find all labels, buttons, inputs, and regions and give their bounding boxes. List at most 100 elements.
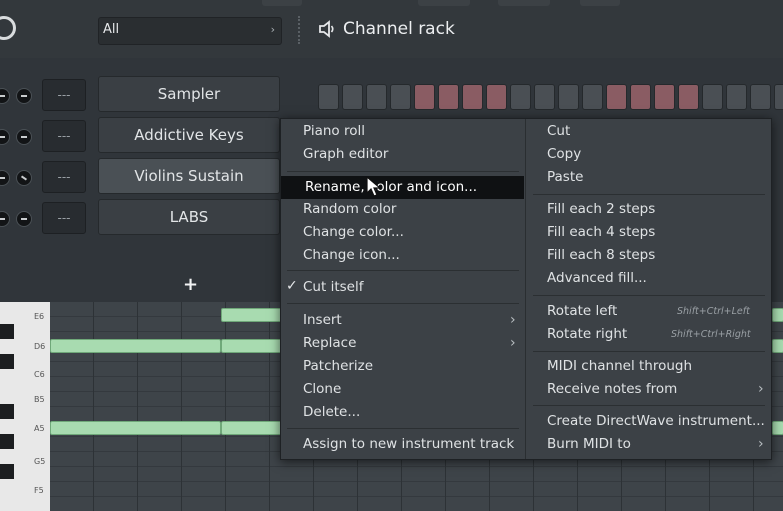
mixer-track-field[interactable]: --- xyxy=(42,120,86,152)
key-label: D6 xyxy=(34,342,46,351)
menu-item-midi-through[interactable]: MIDI channel through xyxy=(547,358,692,374)
menu-item-replace[interactable]: Replace xyxy=(303,335,356,351)
menu-separator xyxy=(287,428,519,429)
note[interactable] xyxy=(50,421,221,435)
note[interactable] xyxy=(50,339,221,353)
menu-separator xyxy=(287,303,519,304)
channel-context-menu: Piano roll Graph editor Rename, color an… xyxy=(280,118,772,460)
black-key[interactable] xyxy=(0,324,14,339)
undo-icon[interactable] xyxy=(0,16,16,40)
step-button[interactable] xyxy=(702,84,723,110)
step-button[interactable] xyxy=(486,84,507,110)
menu-item-fill-4[interactable]: Fill each 4 steps xyxy=(547,224,655,240)
note[interactable] xyxy=(772,339,783,353)
menu-item-rotate-left[interactable]: Rotate left xyxy=(547,303,617,319)
volume-knob[interactable] xyxy=(16,129,32,145)
step-button[interactable] xyxy=(462,84,483,110)
menu-item-advanced-fill[interactable]: Advanced fill... xyxy=(547,270,647,286)
pan-knob[interactable] xyxy=(0,170,10,186)
step-button[interactable] xyxy=(582,84,603,110)
speaker-icon[interactable] xyxy=(318,20,336,38)
black-key[interactable] xyxy=(0,434,14,449)
menu-separator xyxy=(287,270,519,271)
mouse-cursor-icon xyxy=(366,176,382,197)
chevron-right-icon: › xyxy=(758,381,764,397)
menu-item-patcherize[interactable]: Patcherize xyxy=(303,358,373,374)
step-button[interactable] xyxy=(366,84,387,110)
pan-knob[interactable] xyxy=(0,211,10,227)
volume-knob[interactable] xyxy=(16,211,32,227)
add-channel-button[interactable]: + xyxy=(183,274,198,295)
step-button[interactable] xyxy=(558,84,579,110)
menu-item-copy[interactable]: Copy xyxy=(547,146,581,162)
channel-name-button[interactable]: Addictive Keys xyxy=(98,117,280,153)
black-key[interactable] xyxy=(0,404,14,419)
channel-row: --- Violins Sustain xyxy=(0,158,300,196)
menu-item-paste[interactable]: Paste xyxy=(547,169,583,185)
pan-knob[interactable] xyxy=(0,88,10,104)
channel-name-button[interactable]: Violins Sustain xyxy=(98,158,280,194)
mixer-track-field[interactable]: --- xyxy=(42,202,86,234)
menu-item-create-directwave[interactable]: Create DirectWave instrument... xyxy=(547,413,765,429)
step-button[interactable] xyxy=(414,84,435,110)
toolbar-stub xyxy=(262,0,302,6)
menu-item-rotate-right[interactable]: Rotate right xyxy=(547,326,627,342)
menu-item-insert[interactable]: Insert xyxy=(303,312,342,328)
step-button[interactable] xyxy=(606,84,627,110)
step-button[interactable] xyxy=(318,84,339,110)
check-icon: ✓ xyxy=(286,278,298,294)
step-button[interactable] xyxy=(750,84,771,110)
step-button[interactable] xyxy=(774,84,783,110)
step-button[interactable] xyxy=(726,84,747,110)
menu-separator xyxy=(533,295,765,296)
menu-separator xyxy=(533,351,765,352)
step-button[interactable] xyxy=(438,84,459,110)
black-key[interactable] xyxy=(0,354,14,369)
menu-item-piano-roll[interactable]: Piano roll xyxy=(303,123,365,139)
menu-item-receive-notes[interactable]: Receive notes from xyxy=(547,381,677,397)
step-button[interactable] xyxy=(678,84,699,110)
menu-item-graph-editor[interactable]: Graph editor xyxy=(303,146,388,162)
menu-item-clone[interactable]: Clone xyxy=(303,381,341,397)
note[interactable] xyxy=(772,308,783,322)
toolbar-stub xyxy=(498,0,550,6)
chevron-right-icon: › xyxy=(758,436,764,452)
menu-item-cut-itself[interactable]: Cut itself xyxy=(303,279,363,295)
menu-item-delete[interactable]: Delete... xyxy=(303,404,360,420)
menu-item-random-color[interactable]: Random color xyxy=(303,201,396,217)
black-key[interactable] xyxy=(0,464,14,479)
menu-item-fill-2[interactable]: Fill each 2 steps xyxy=(547,201,655,217)
mixer-track-field[interactable]: --- xyxy=(42,161,86,193)
shortcut-label: Shift+Ctrl+Right xyxy=(671,329,751,340)
channel-name-button[interactable]: Sampler xyxy=(98,76,280,112)
menu-item-rename[interactable]: Rename, color and icon... xyxy=(281,176,524,199)
volume-knob[interactable] xyxy=(16,170,32,186)
note[interactable] xyxy=(772,421,783,435)
note[interactable] xyxy=(221,421,283,435)
toolbar-divider xyxy=(298,16,302,44)
step-button[interactable] xyxy=(630,84,651,110)
channel-filter-value: All xyxy=(103,22,120,37)
mixer-track-field[interactable]: --- xyxy=(42,79,86,111)
menu-item-assign-instrument-track[interactable]: Assign to new instrument track xyxy=(303,436,514,452)
note[interactable] xyxy=(221,339,283,353)
pan-knob[interactable] xyxy=(0,129,10,145)
step-button[interactable] xyxy=(342,84,363,110)
toolbar-stub xyxy=(580,0,620,6)
step-button[interactable] xyxy=(534,84,555,110)
volume-knob[interactable] xyxy=(16,88,32,104)
menu-item-change-color[interactable]: Change color... xyxy=(303,224,404,240)
menu-item-burn-midi[interactable]: Burn MIDI to xyxy=(547,436,631,452)
step-button[interactable] xyxy=(510,84,531,110)
channel-name-button[interactable]: LABS xyxy=(98,199,280,235)
channel-row: --- Sampler xyxy=(0,76,300,114)
menu-item-change-icon[interactable]: Change icon... xyxy=(303,247,400,263)
menu-item-cut[interactable]: Cut xyxy=(547,123,570,139)
step-button[interactable] xyxy=(654,84,675,110)
menu-item-fill-8[interactable]: Fill each 8 steps xyxy=(547,247,655,263)
key-label: C6 xyxy=(34,370,45,379)
channel-filter-select[interactable]: All › xyxy=(98,17,282,45)
note[interactable] xyxy=(221,308,283,322)
step-button[interactable] xyxy=(390,84,411,110)
top-toolbar: All › Channel rack xyxy=(0,0,783,59)
